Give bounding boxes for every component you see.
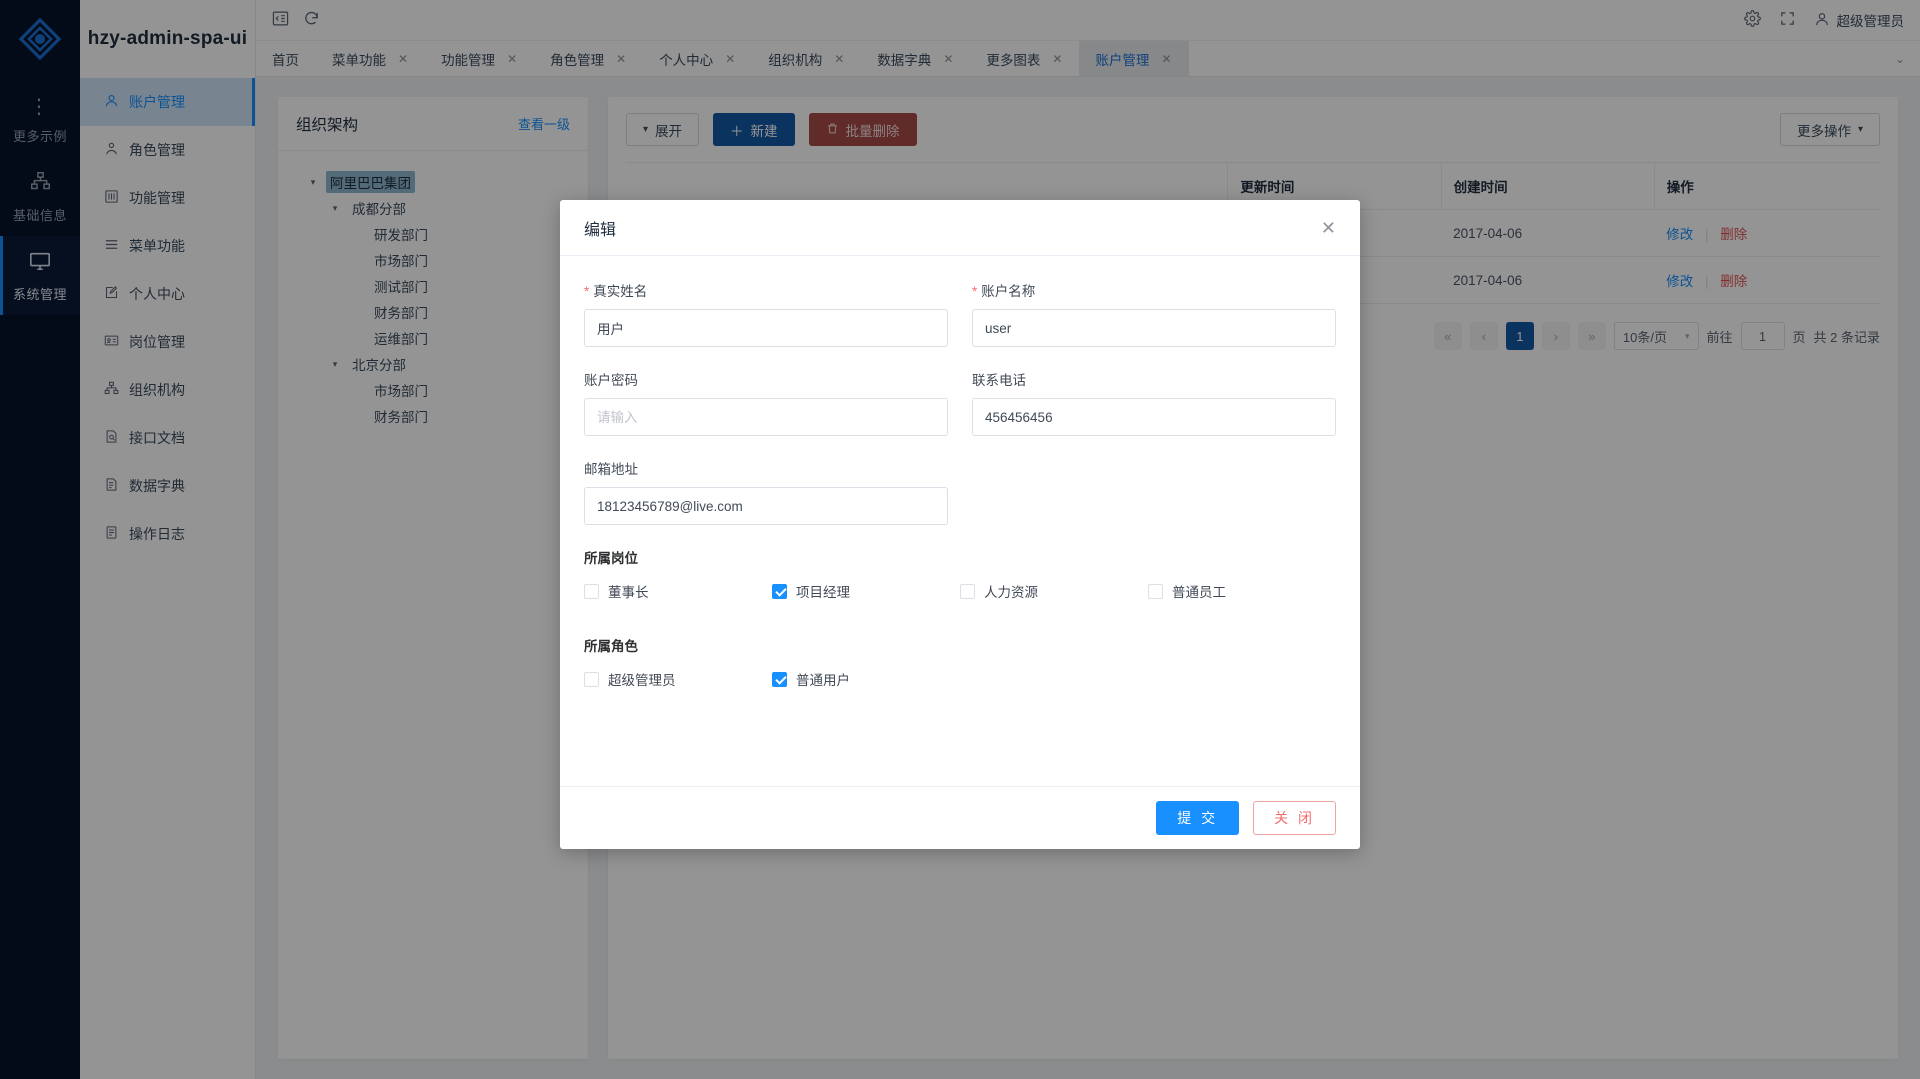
field-phone: 联系电话: [972, 369, 1336, 436]
required-asterisk: *: [972, 284, 977, 299]
roles-group: 所属角色 超级管理员 普通用户: [584, 635, 1336, 689]
checkbox-box-icon[interactable]: [960, 584, 975, 599]
posts-group-label: 所属岗位: [584, 547, 1336, 567]
field-email-spacer: [972, 458, 1336, 525]
real-name-label: * 真实姓名: [584, 280, 948, 300]
dialog-body: * 真实姓名 * 账户名称 账户密码 联系电话: [560, 256, 1360, 786]
checkbox-label: 普通员工: [1172, 581, 1226, 601]
posts-group: 所属岗位 董事长 项目经理 人力资源: [584, 547, 1336, 601]
checkbox-box-checked-icon[interactable]: [772, 584, 787, 599]
dialog-footer: 提 交 关 闭: [560, 786, 1360, 849]
password-label: 账户密码: [584, 369, 948, 389]
checkbox-normal-user[interactable]: 普通用户: [772, 669, 960, 689]
email-input[interactable]: [584, 487, 948, 525]
account-name-input[interactable]: [972, 309, 1336, 347]
checkbox-box-icon[interactable]: [584, 672, 599, 687]
app-root: ⋮ 更多示例 基础信息 系统管理 hzy-admin-spa-ui: [0, 0, 1920, 1079]
dialog-title: 编辑: [584, 216, 616, 240]
field-password: 账户密码: [584, 369, 948, 436]
real-name-input[interactable]: [584, 309, 948, 347]
edit-account-dialog: 编辑 ✕ * 真实姓名 * 账户名称: [560, 200, 1360, 849]
form-row-email: 邮箱地址: [584, 458, 1336, 525]
password-input[interactable]: [584, 398, 948, 436]
account-name-label: * 账户名称: [972, 280, 1336, 300]
checkbox-chairman[interactable]: 董事长: [584, 581, 772, 601]
phone-label: 联系电话: [972, 369, 1336, 389]
checkbox-label: 人力资源: [984, 581, 1038, 601]
phone-input[interactable]: [972, 398, 1336, 436]
checkbox-box-checked-icon[interactable]: [772, 672, 787, 687]
required-asterisk: *: [584, 284, 589, 299]
checkbox-hr[interactable]: 人力资源: [960, 581, 1148, 601]
form-row-password-phone: 账户密码 联系电话: [584, 369, 1336, 436]
dialog-header: 编辑 ✕: [560, 200, 1360, 256]
roles-group-label: 所属角色: [584, 635, 1336, 655]
field-real-name: * 真实姓名: [584, 280, 948, 347]
checkbox-box-icon[interactable]: [1148, 584, 1163, 599]
email-label: 邮箱地址: [584, 458, 948, 478]
checkbox-regular-employee[interactable]: 普通员工: [1148, 581, 1336, 601]
field-account-name: * 账户名称: [972, 280, 1336, 347]
field-email: 邮箱地址: [584, 458, 948, 525]
checkbox-project-manager[interactable]: 项目经理: [772, 581, 960, 601]
close-icon[interactable]: ✕: [1321, 219, 1336, 237]
checkbox-label: 普通用户: [796, 669, 850, 689]
checkbox-label: 董事长: [608, 581, 649, 601]
form-row-names: * 真实姓名 * 账户名称: [584, 280, 1336, 347]
roles-checkbox-row: 超级管理员 普通用户: [584, 669, 1336, 689]
posts-checkbox-row: 董事长 项目经理 人力资源 普通员工: [584, 581, 1336, 601]
checkbox-label: 超级管理员: [608, 669, 676, 689]
account-name-label-text: 账户名称: [981, 284, 1035, 299]
real-name-label-text: 真实姓名: [593, 284, 647, 299]
checkbox-super-admin[interactable]: 超级管理员: [584, 669, 772, 689]
checkbox-box-icon[interactable]: [584, 584, 599, 599]
close-button[interactable]: 关 闭: [1253, 801, 1336, 835]
checkbox-label: 项目经理: [796, 581, 850, 601]
submit-button[interactable]: 提 交: [1156, 801, 1239, 835]
